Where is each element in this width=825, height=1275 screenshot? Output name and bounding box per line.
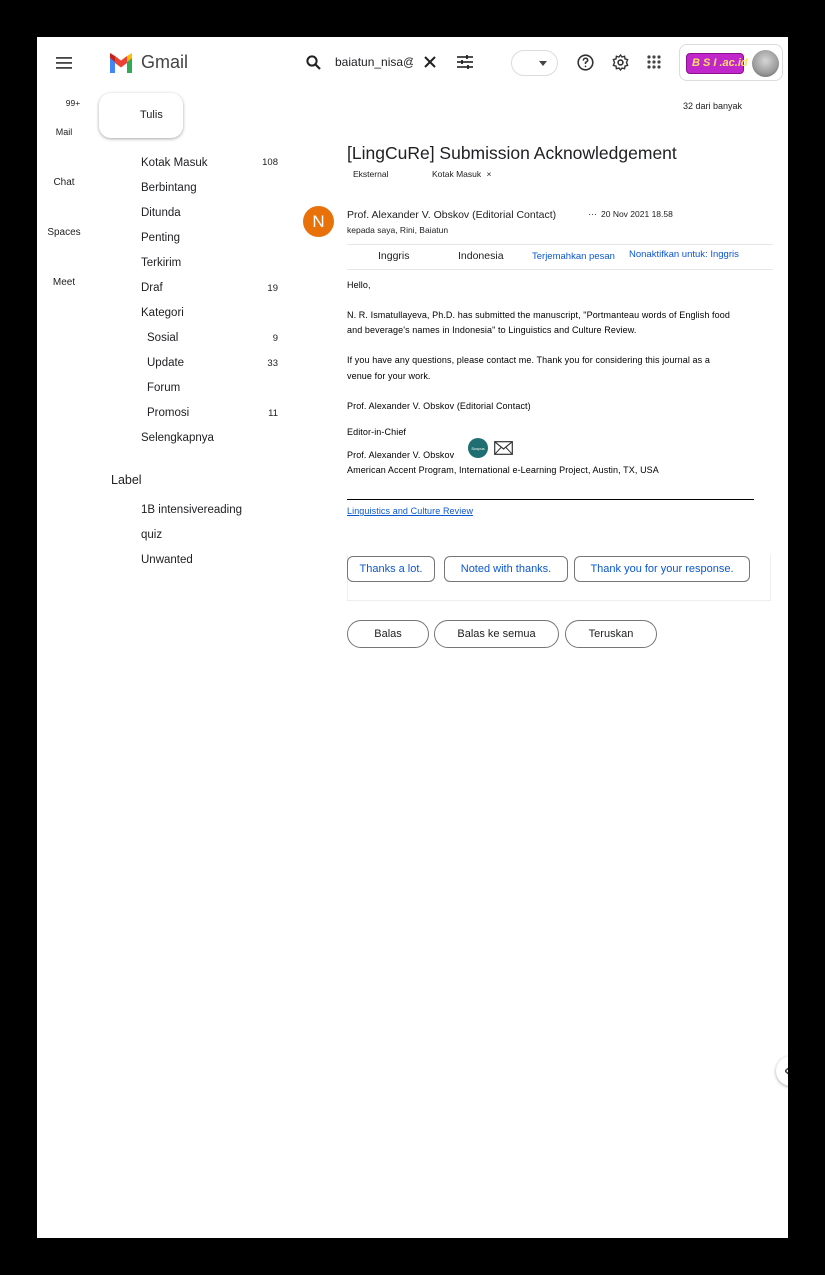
- search-options-icon[interactable]: [455, 52, 475, 72]
- recipients-line[interactable]: kepada saya, Rini, Baiatun: [347, 225, 448, 235]
- promotions-count: 11: [268, 408, 278, 419]
- labels-heading: Label: [111, 473, 142, 487]
- email-body-line: venue for your work.: [347, 371, 431, 381]
- compose-button[interactable]: Tulis: [99, 93, 183, 138]
- translate-to-language[interactable]: Indonesia: [458, 250, 504, 262]
- mail-unread-badge: 99+: [65, 98, 81, 108]
- email-greeting: Hello,: [347, 280, 371, 290]
- signature-line: Prof. Alexander V. Obskov (Editorial Con…: [347, 401, 531, 411]
- avatar[interactable]: [752, 50, 779, 77]
- inbox-count: 108: [262, 157, 278, 168]
- signature-name: Prof. Alexander V. Obskov: [347, 450, 455, 460]
- sidebar-item-categories[interactable]: Kategori: [141, 307, 184, 319]
- sidebar-item-important[interactable]: Penting: [141, 232, 180, 244]
- rail-item-spaces[interactable]: Spaces: [37, 227, 91, 238]
- translate-from-language[interactable]: Inggris: [378, 250, 410, 262]
- rail-item-chat[interactable]: Chat: [37, 177, 91, 188]
- reply-all-button[interactable]: Balas ke semua: [434, 620, 559, 648]
- pagination-text: 32 dari banyak: [683, 101, 743, 111]
- smart-reply-chip[interactable]: Thank you for your response.: [574, 556, 750, 582]
- drafts-count: 19: [267, 283, 278, 294]
- gmail-logo-icon[interactable]: [108, 53, 134, 73]
- sidebar-item-updates[interactable]: Update: [147, 357, 184, 369]
- sidebar-item-promotions[interactable]: Promosi: [147, 407, 189, 419]
- search-input[interactable]: baiatun_nisa@: [335, 55, 413, 69]
- chevron-left-icon: [785, 1067, 788, 1075]
- account-switcher[interactable]: B S I .ac.id: [679, 44, 783, 81]
- translate-message-link[interactable]: Terjemahkan pesan: [532, 251, 615, 262]
- chevron-down-icon: [539, 61, 547, 66]
- remove-label-icon[interactable]: ×: [487, 169, 492, 179]
- organization-logo: B S I .ac.id: [686, 53, 748, 74]
- clear-search-icon[interactable]: [420, 52, 440, 72]
- compose-label: Tulis: [140, 109, 163, 121]
- signature-address: American Accent Program, International e…: [347, 465, 659, 475]
- divider: [347, 269, 773, 270]
- external-tag: Eksternal: [353, 169, 389, 179]
- sender-avatar[interactable]: N: [303, 206, 334, 237]
- search-icon[interactable]: [303, 52, 323, 72]
- side-panel-toggle[interactable]: [776, 1056, 788, 1086]
- sender-name[interactable]: Prof. Alexander V. Obskov (Editorial Con…: [347, 209, 556, 221]
- sidebar-item-sent[interactable]: Terkirim: [141, 257, 181, 269]
- inbox-label-text: Kotak Masuk: [432, 169, 482, 179]
- divider: [347, 499, 754, 500]
- main-menu-icon[interactable]: [52, 51, 76, 75]
- updates-count: 33: [267, 358, 278, 369]
- label-item[interactable]: quiz: [141, 529, 162, 541]
- signature-role: Editor-in-Chief: [347, 427, 407, 437]
- help-icon[interactable]: [575, 52, 595, 72]
- apps-grid-icon[interactable]: [644, 52, 664, 72]
- settings-gear-icon[interactable]: [610, 52, 630, 72]
- rail-item-meet[interactable]: Meet: [37, 277, 91, 288]
- sidebar-item-inbox[interactable]: Kotak Masuk: [141, 157, 207, 169]
- sidebar-item-starred[interactable]: Berbintang: [141, 182, 197, 194]
- email-body-line: and beverage's names in Indonesia" to Li…: [347, 325, 637, 335]
- journal-link[interactable]: Linguistics and Culture Review: [347, 506, 473, 516]
- sidebar-item-forums[interactable]: Forum: [147, 382, 180, 394]
- email-subject: [LingCuRe] Submission Acknowledgement: [347, 143, 677, 163]
- rail-item-mail[interactable]: Mail: [37, 127, 91, 137]
- email-body-line: N. R. Ismatullayeva, Ph.D. has submitted…: [347, 310, 730, 320]
- smart-reply-chip[interactable]: Noted with thanks.: [444, 556, 568, 582]
- sidebar-item-more[interactable]: Selengkapnya: [141, 432, 214, 444]
- label-item[interactable]: 1B intensivereading: [141, 504, 242, 516]
- divider: [347, 244, 773, 245]
- scopus-badge-label: Scopus: [471, 445, 485, 451]
- sender-avatar-letter: N: [312, 211, 325, 231]
- social-count: 9: [272, 333, 278, 344]
- message-date: 20 Nov 2021 18.58: [601, 209, 673, 219]
- reply-button[interactable]: Balas: [347, 620, 429, 648]
- gmail-page: Gmail baiatun_nisa@ B S I .ac.id 99+ Mai…: [37, 37, 788, 1238]
- app-title: Gmail: [141, 52, 189, 72]
- scopus-badge-icon[interactable]: Scopus: [468, 438, 488, 458]
- email-body-line: If you have any questions, please contac…: [347, 355, 710, 365]
- sidebar-item-social[interactable]: Sosial: [147, 332, 178, 344]
- forward-button[interactable]: Teruskan: [565, 620, 657, 648]
- organization-logo-text: B S I .ac.id: [692, 57, 748, 69]
- email-envelope-icon[interactable]: [494, 441, 513, 455]
- inbox-label-chip[interactable]: Kotak Masuk ×: [432, 169, 491, 179]
- sidebar-item-snoozed[interactable]: Ditunda: [141, 207, 181, 219]
- sidebar-item-drafts[interactable]: Draf: [141, 282, 163, 294]
- more-details-icon[interactable]: …: [588, 207, 597, 217]
- smart-reply-chip[interactable]: Thanks a lot.: [347, 556, 435, 582]
- label-item[interactable]: Unwanted: [141, 554, 193, 566]
- disable-translation-link[interactable]: Nonaktifkan untuk: Inggris: [629, 249, 739, 260]
- status-dropdown[interactable]: [511, 50, 558, 76]
